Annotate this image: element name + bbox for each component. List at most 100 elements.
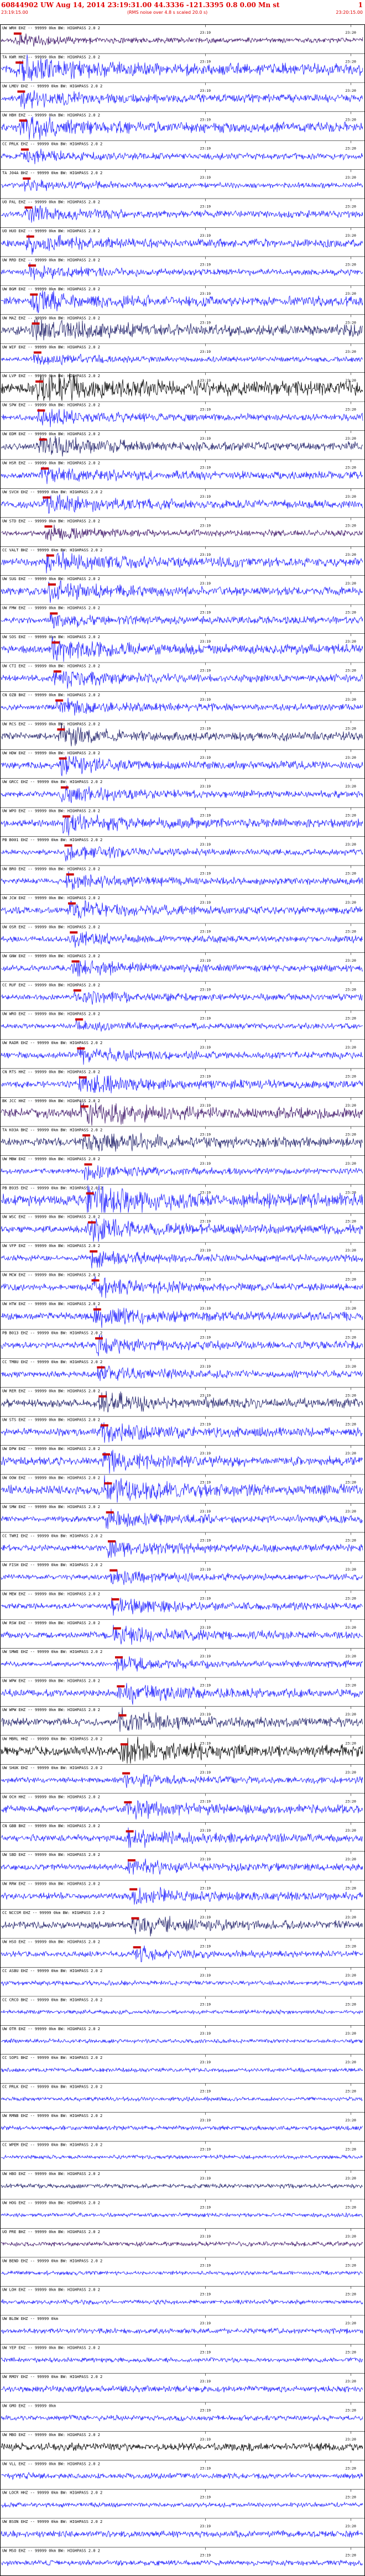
trace-label: UW SUG EHZ -- 99999 0km BW: HIGHPASS 2.0… <box>2 577 100 581</box>
trace-label: UW WPO EHZ -- 99999 0km BW: HIGHPASS 2.0… <box>2 809 100 814</box>
time-tick-label: 23:19 <box>200 30 211 35</box>
trace-label: TA KWR HHZ -- 99999 0km BW: HIGHPASS 2.0… <box>2 55 100 59</box>
trace-row: UW FMW EHZ -- 99999 0km BW: HIGHPASS 2.0… <box>0 604 365 629</box>
trace-row: UW OTR EHZ -- 99999 0km BW: HIGHPASS 2.0… <box>0 2025 365 2045</box>
trace-row: CC VALT BHZ -- 99999 0km BW: HIGHPASS 2.… <box>0 546 365 573</box>
waveform <box>1 524 363 541</box>
trace-row: UW LOH EHZ -- 99999 0km BW: HIGHPASS 2.0… <box>0 2286 365 2306</box>
time-tick-label: 23:20 <box>345 1480 356 1485</box>
phase-pick-marker <box>126 1830 134 1833</box>
time-tick-label: 23:19 <box>200 1828 211 1833</box>
trace-row: UW MAZ EHZ -- 99999 0km BW: HIGHPASS 2.0… <box>0 314 365 341</box>
time-tick-label: 23:19 <box>200 291 211 296</box>
time-tick-label: 23:20 <box>345 2263 356 2267</box>
time-tick-label: 23:20 <box>345 291 356 296</box>
trace-row: UW RMNB EHZ -- 99999 0km BW: HIGHPASS 2.… <box>0 2112 365 2131</box>
trace-row: CC WPEM EHZ -- 99999 0km BW: HIGHPASS 2.… <box>0 2141 365 2160</box>
time-tick-label: 23:19 <box>200 465 211 470</box>
trace-label: CC PRLK EHZ -- 99999 0km BW: HIGHPASS 2.… <box>2 142 102 147</box>
trace-label: UW BGM EHZ -- 99999 0km BW: HIGHPASS 2.0… <box>2 287 100 291</box>
trace-row: UW YEP EHZ -- 99999 0km BW: HIGHPASS 2.0… <box>0 2344 365 2364</box>
time-tick-label: 23:20 <box>345 1075 356 1079</box>
trace-label: TA J04A BHZ -- 99999 0km BW: HIGHPASS 2.… <box>2 171 102 175</box>
trace-row: CC PRLK EHZ -- 99999 0km BW: HIGHPASS 2.… <box>0 140 365 164</box>
trace-label: UW SMW EHZ -- 99999 0km BW: HIGHPASS 2.0… <box>2 1505 100 1509</box>
time-tick-label: 23:19 <box>200 494 211 499</box>
waveform <box>1 1656 363 1672</box>
time-tick-label: 23:19 <box>200 320 211 325</box>
time-tick-label: 23:19 <box>200 552 211 557</box>
waveform <box>1 2559 363 2567</box>
waveform <box>1 148 363 164</box>
trace-label: UW WPW EHZ -- 99999 0km BW: HIGHPASS 2.0… <box>2 1708 100 1712</box>
trace-row: CN RTS HHZ -- 99999 0km BW: HIGHPASS 2.0… <box>0 1068 365 1093</box>
trace-row: UW MEW EHZ -- 99999 0km BW: HIGHPASS 2.0… <box>0 1590 365 1616</box>
trace-label: UW SBD EHZ -- 99999 0km BW: HIGHPASS 2.0… <box>2 1853 100 1857</box>
time-tick-label: 23:20 <box>345 581 356 586</box>
waveform <box>1 2009 363 2015</box>
trace-row: UW GMO EHZ -- 99999 0km 23:19 23:20 <box>0 2402 365 2422</box>
time-tick-label: 23:20 <box>345 552 356 557</box>
start-time: 23:19:15.00 <box>1 10 28 15</box>
time-tick-label: 23:20 <box>345 639 356 644</box>
trace-row: UW BGM EHZ -- 99999 0km BW: HIGHPASS 2.0… <box>0 285 365 314</box>
time-tick-label: 23:20 <box>345 1161 356 1166</box>
trace-label: UW MBRL HHZ -- 99999 0km BW: HIGHPASS 2.… <box>2 1737 102 1741</box>
trace-row: PB B935 EHZ -- 99999 0km BW: HIGHPASS 2.… <box>0 1184 365 1213</box>
phase-pick-marker <box>30 293 38 296</box>
waveform <box>1 2356 363 2364</box>
waveform <box>1 1449 363 1474</box>
trace-label: UW BSON EHZ -- 99999 0km BW: HIGHPASS 2.… <box>2 2520 102 2524</box>
waveform <box>1 2038 363 2045</box>
phase-pick-marker <box>97 1366 105 1369</box>
waveform <box>1 2327 363 2334</box>
phase-pick-marker <box>100 1424 108 1427</box>
time-tick-label: 23:20 <box>345 1596 356 1600</box>
time-tick-label: 23:19 <box>200 1799 211 1803</box>
waveform <box>1 33 363 47</box>
time-tick-label: 23:20 <box>345 378 356 383</box>
trace-label: CN OZB BHZ -- 99999 0km BW: HIGHPASS 2.0… <box>2 693 100 697</box>
trace-row: UW SMWE EHZ -- 99999 0km BW: HIGHPASS 2.… <box>0 1648 365 1672</box>
phase-pick-marker <box>23 177 31 180</box>
waveform <box>1 755 363 776</box>
time-tick-label: 23:19 <box>200 2234 211 2239</box>
trace-row: UW STD EHZ -- 99999 0km BW: HIGHPASS 2.0… <box>0 517 365 541</box>
phase-pick-marker <box>40 467 49 470</box>
time-tick-label: 23:20 <box>345 1306 356 1311</box>
waveform <box>1 1827 363 1848</box>
time-tick-label: 23:19 <box>200 1509 211 1514</box>
trace-row: CC NCCSM EHZ -- 99999 0km BW: HIGHPASS 2… <box>0 1909 365 1937</box>
phase-pick-marker <box>60 786 69 789</box>
trace-row: TA K03A BHZ -- 99999 0km BW: HIGHPASS 2.… <box>0 1126 365 1152</box>
time-tick-label: 23:19 <box>200 2408 211 2412</box>
time-tick-label: 23:20 <box>345 147 356 151</box>
time-tick-label: 23:19 <box>200 784 211 789</box>
waveform <box>1 2212 363 2218</box>
phase-pick-marker <box>64 844 72 847</box>
trace-label: PB B013 EHZ -- 99999 0km BW: HIGHPASS 2.… <box>2 1331 102 1335</box>
trace-row: UW HSR EHZ -- 99999 0km BW: HIGHPASS 2.0… <box>0 459 365 484</box>
waveform <box>1 466 363 484</box>
time-tick-label: 23:20 <box>345 2350 356 2355</box>
time-tick-label: 23:20 <box>345 2321 356 2325</box>
phase-pick-marker <box>71 960 80 963</box>
time-tick-label: 23:20 <box>345 842 356 847</box>
waveform <box>1 2471 363 2480</box>
trace-row: CC TMBU EHZ -- 99999 0km BW: HIGHPASS 2.… <box>0 1358 365 1381</box>
waveform <box>1 900 363 919</box>
phase-pick-marker <box>44 525 53 528</box>
trace-row: UW SHUK EHZ -- 99999 0km BW: HIGHPASS 2.… <box>0 1764 365 1788</box>
phase-pick-marker <box>15 61 24 64</box>
time-tick-label: 23:20 <box>345 2176 356 2181</box>
time-tick-label: 23:19 <box>200 1741 211 1745</box>
waveform <box>1 785 363 804</box>
trace-label: CC VALT BHZ -- 99999 0km BW: HIGHPASS 2.… <box>2 548 102 552</box>
trace-label: UW OCH HHZ -- 99999 0km BW: HIGHPASS 2.0… <box>2 1795 100 1799</box>
waveform <box>1 90 363 109</box>
waveform <box>1 262 363 280</box>
waveform <box>1 116 363 140</box>
trace-row: PB B001 EHZ -- 99999 0km BW: HIGHPASS 2.… <box>0 836 365 862</box>
trace-label: UW LOH EHZ -- 99999 0km BW: HIGHPASS 2.0… <box>2 2288 100 2292</box>
time-tick-label: 23:20 <box>345 755 356 760</box>
